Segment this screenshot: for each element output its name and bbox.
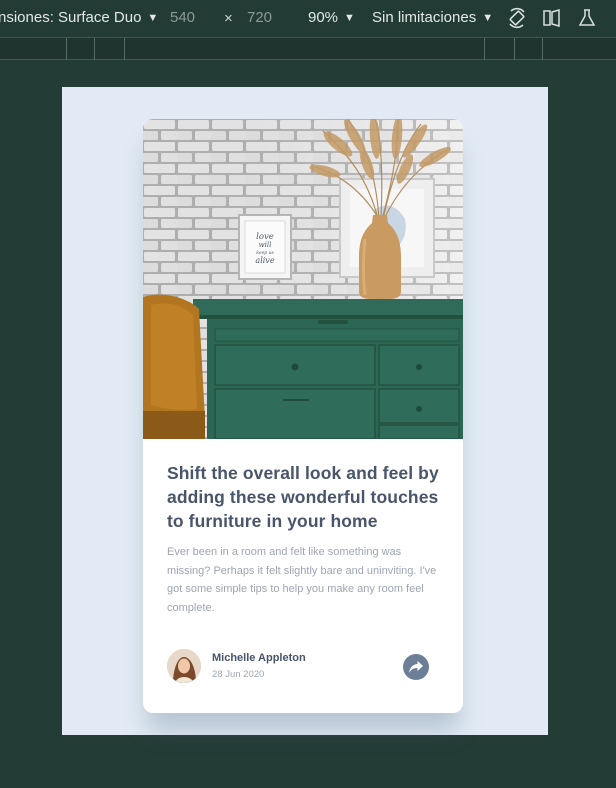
ruler-tick bbox=[124, 38, 125, 60]
dimension-separator: × bbox=[224, 10, 233, 27]
dual-screen-icon[interactable] bbox=[541, 7, 563, 29]
zoom-label: 90% bbox=[308, 9, 339, 26]
device-viewport: love will keep us alive Shift the overal… bbox=[62, 87, 548, 735]
device-select[interactable]: nsiones: Surface Duo ▼ bbox=[0, 9, 158, 26]
caret-down-icon: ▼ bbox=[482, 12, 494, 24]
avatar bbox=[167, 649, 201, 683]
hero-image: love will keep us alive bbox=[143, 119, 463, 439]
caret-down-icon: ▼ bbox=[344, 12, 355, 24]
ruler-tick bbox=[94, 38, 95, 60]
width-input[interactable]: 540 bbox=[170, 9, 195, 26]
article-description: Ever been in a room and felt like someth… bbox=[167, 546, 437, 614]
share-button[interactable] bbox=[403, 654, 429, 680]
avatar-image bbox=[167, 649, 201, 683]
author-row: Michelle Appleton 28 Jun 2020 bbox=[167, 649, 439, 683]
author-name: Michelle Appleton bbox=[212, 652, 306, 664]
height-input[interactable]: 720 bbox=[247, 9, 272, 26]
article-title[interactable]: Shift the overall look and feel by addin… bbox=[167, 461, 447, 533]
frame-quote-line: will bbox=[259, 241, 272, 249]
ruler-tick bbox=[66, 38, 67, 60]
zoom-select[interactable]: 90% ▼ bbox=[308, 9, 355, 26]
article-content: Shift the overall look and feel by addin… bbox=[167, 461, 447, 617]
ruler-tick bbox=[484, 38, 485, 60]
throttle-select[interactable]: Sin limitaciones ▼ bbox=[372, 9, 493, 26]
post-date: 28 Jun 2020 bbox=[212, 669, 265, 680]
article-card: love will keep us alive Shift the overal… bbox=[143, 119, 463, 713]
frame-quote-line: alive bbox=[255, 256, 274, 265]
caret-down-icon: ▼ bbox=[147, 12, 159, 24]
ruler-tick bbox=[542, 38, 543, 60]
devtools-device-toolbar: nsiones: Surface Duo ▼ 540 × 720 90% ▼ Sin… bbox=[0, 0, 616, 38]
flask-icon[interactable] bbox=[576, 7, 598, 29]
share-icon bbox=[409, 661, 423, 673]
device-ruler bbox=[0, 38, 616, 60]
device-label: nsiones: Surface Duo bbox=[0, 9, 142, 26]
throttle-label: Sin limitaciones bbox=[372, 9, 477, 26]
ruler-tick bbox=[514, 38, 515, 60]
rotate-icon[interactable] bbox=[506, 7, 528, 29]
